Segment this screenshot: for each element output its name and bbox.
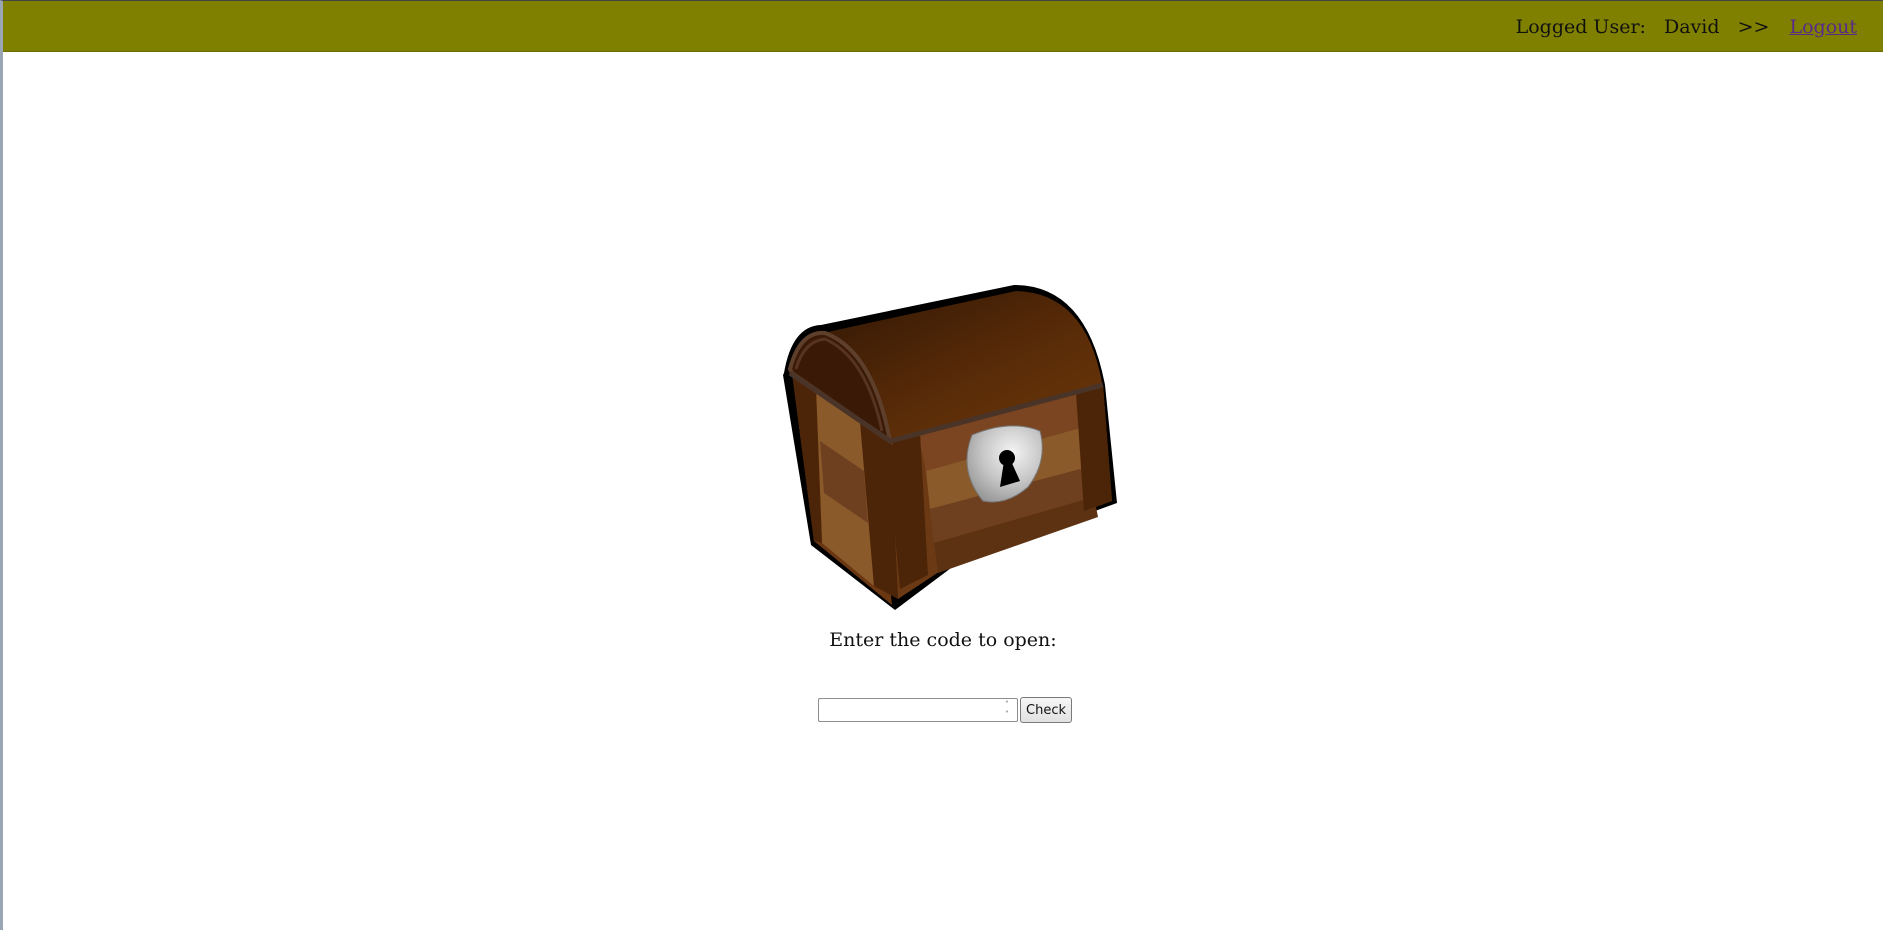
page: Logged User: David >> Logout Enter the c… [0, 0, 1883, 930]
treasure-chest-svg [783, 285, 1117, 610]
code-prompt: Enter the code to open: [829, 629, 1057, 651]
code-form: ˄ ˅ Check [818, 697, 1072, 723]
user-info: Logged User: David >> Logout [1516, 16, 1857, 38]
separator: >> [1737, 16, 1770, 38]
spinner-up-icon[interactable]: ˄ [1005, 701, 1009, 709]
treasure-chest-icon [778, 281, 1128, 616]
number-spinner[interactable]: ˄ ˅ [1001, 701, 1013, 719]
logged-user-label: Logged User: [1515, 16, 1646, 38]
top-bar: Logged User: David >> Logout [3, 1, 1883, 52]
logout-link[interactable]: Logout [1789, 16, 1857, 38]
check-button[interactable]: Check [1020, 697, 1072, 723]
spinner-down-icon[interactable]: ˅ [1005, 711, 1009, 719]
user-name: David [1663, 16, 1720, 38]
code-input[interactable]: ˄ ˅ [818, 698, 1018, 722]
